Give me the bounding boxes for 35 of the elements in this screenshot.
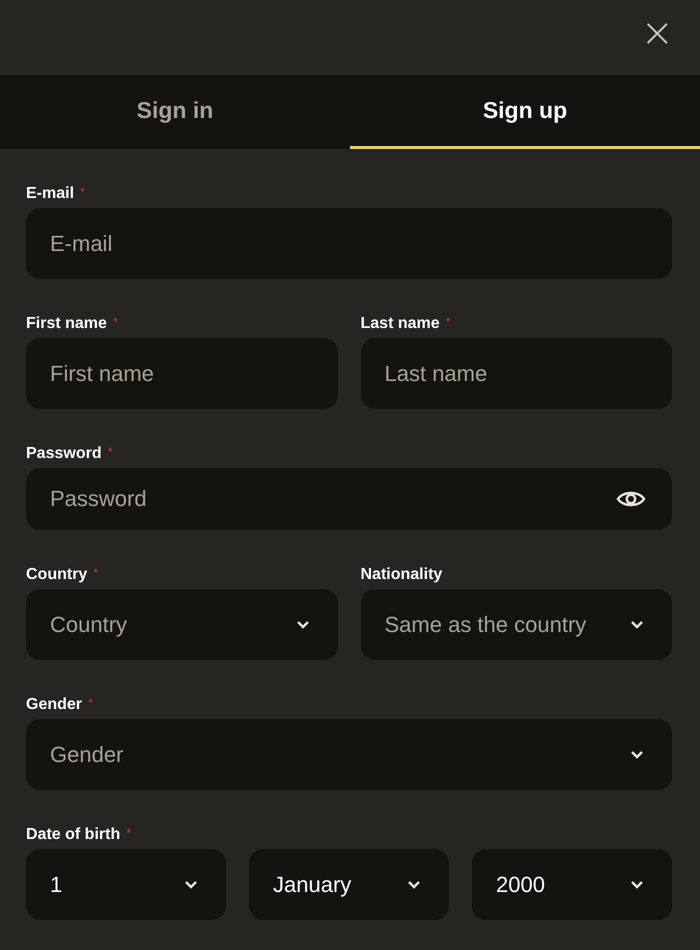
field-label: Password	[26, 445, 102, 463]
chevron-down-icon	[407, 880, 421, 890]
field-label: Gender	[26, 696, 82, 714]
required-mark-icon	[112, 317, 118, 322]
required-mark-icon	[126, 828, 132, 833]
input-field[interactable]: E-mail	[26, 208, 672, 279]
select-dropdown[interactable]: Same as the country	[360, 589, 672, 660]
required-mark-icon	[80, 187, 86, 192]
chevron-down-icon	[630, 880, 644, 890]
chevron-down-icon	[630, 620, 644, 630]
eye-icon[interactable]	[616, 489, 646, 509]
chevron-down-icon	[630, 750, 644, 760]
input-field[interactable]: Last name	[360, 338, 672, 409]
field-label: First name	[26, 315, 107, 333]
select-dropdown[interactable]: January	[249, 849, 449, 920]
close-button[interactable]: ×	[636, 13, 678, 53]
required-mark-icon	[88, 698, 94, 703]
required-mark-icon	[446, 317, 451, 322]
password-field[interactable]: Password	[26, 468, 672, 530]
field-label: Nationality	[360, 566, 442, 584]
field-label: Date of birth	[26, 826, 120, 844]
tab[interactable]: Sign up	[350, 75, 700, 149]
required-mark-icon	[108, 447, 113, 452]
field-label: Last name	[360, 315, 440, 333]
tab[interactable]: Sign in	[0, 75, 350, 149]
chevron-down-icon	[184, 880, 198, 890]
select-dropdown[interactable]: 2000	[472, 849, 672, 920]
field-label: Country	[26, 566, 88, 584]
chevron-down-icon	[296, 620, 310, 630]
required-mark-icon	[93, 568, 98, 573]
select-dropdown[interactable]: Country	[26, 589, 338, 660]
field-label: E-mail	[26, 185, 74, 203]
select-dropdown[interactable]: 1	[26, 849, 226, 920]
select-dropdown[interactable]: Gender	[26, 719, 672, 790]
input-field[interactable]: First name	[26, 338, 338, 409]
